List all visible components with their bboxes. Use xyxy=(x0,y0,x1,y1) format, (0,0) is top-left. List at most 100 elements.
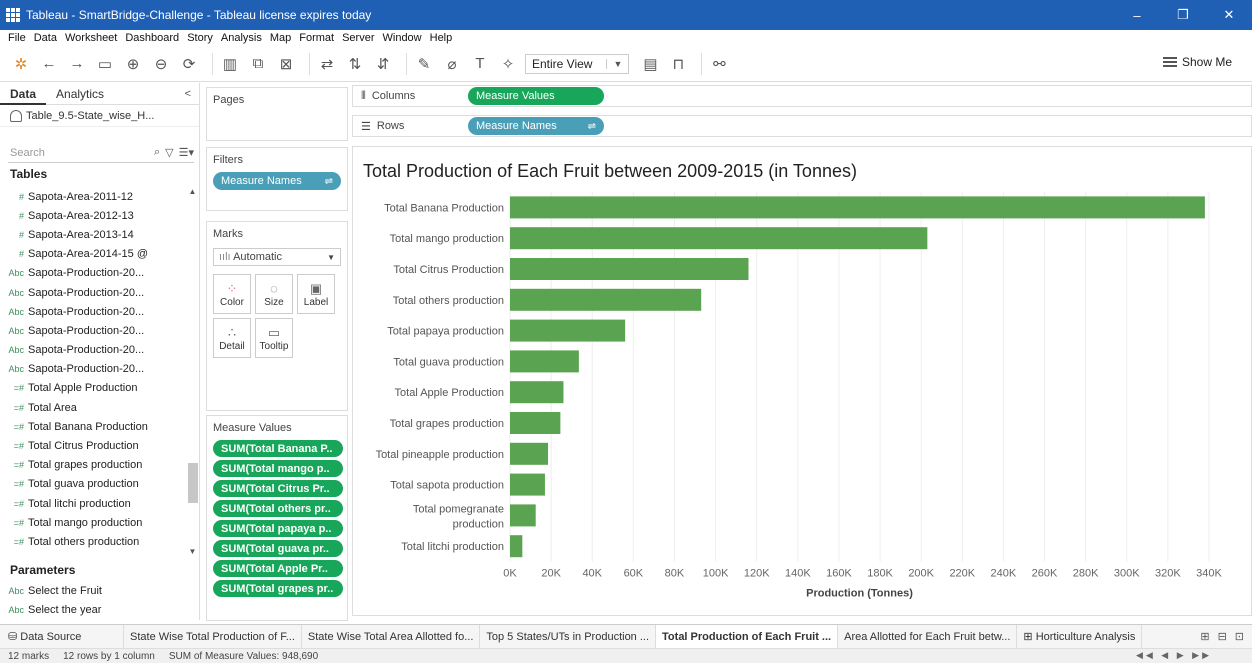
menu-data[interactable]: Data xyxy=(30,32,61,44)
highlight-icon[interactable]: ✎ xyxy=(413,53,435,75)
new-data-source-icon[interactable]: ⊕ xyxy=(122,53,144,75)
bar[interactable] xyxy=(510,288,702,311)
restore-button[interactable]: ❐ xyxy=(1160,0,1206,30)
field-item[interactable]: =# Total Citrus Production xyxy=(0,436,198,455)
bar[interactable] xyxy=(510,227,928,250)
collapse-pane-icon[interactable]: < xyxy=(185,88,191,100)
new-worksheet-icon[interactable]: ⊞ xyxy=(1200,630,1209,643)
bar[interactable] xyxy=(510,473,545,496)
save-icon[interactable]: ▭ xyxy=(94,53,116,75)
filter-pill-measure-names[interactable]: Measure Names ⇌ xyxy=(213,172,341,190)
group-members-icon[interactable]: ⌀ xyxy=(441,53,463,75)
columns-pill-measure-values[interactable]: Measure Values xyxy=(468,87,604,105)
field-item[interactable]: =# Total guava production xyxy=(0,475,198,494)
new-worksheet-icon[interactable]: ▥ xyxy=(219,53,241,75)
clear-sheet-icon[interactable]: ⊠ xyxy=(275,53,297,75)
bar[interactable] xyxy=(510,535,523,558)
measure-value-pill[interactable]: SUM(Total grapes pr.. xyxy=(213,580,343,597)
field-item[interactable]: # Sapota-Area-2011-12 xyxy=(0,187,198,206)
tableau-home-icon[interactable]: ✲ xyxy=(10,53,32,75)
size-button[interactable]: ◌ Size xyxy=(255,274,293,314)
show-cards-icon[interactable]: ▤ xyxy=(639,53,661,75)
new-story-icon[interactable]: ⊡ xyxy=(1235,630,1244,643)
field-item[interactable]: # Sapota-Area-2012-13 xyxy=(0,206,198,225)
bar[interactable] xyxy=(510,381,564,404)
parameter-item[interactable]: Abc Select the Fruit xyxy=(0,581,198,600)
sheet-navigation-icon[interactable]: ◀◀ ◀ ▶ ▶▶ xyxy=(1136,650,1212,661)
redo-icon[interactable]: → xyxy=(66,53,88,75)
tooltip-button[interactable]: ▭ Tooltip xyxy=(255,318,293,358)
menu-format[interactable]: Format xyxy=(295,32,338,44)
field-item[interactable]: =# Total others production xyxy=(0,532,198,551)
show-mark-labels-icon[interactable]: T xyxy=(469,53,491,75)
bar[interactable] xyxy=(510,258,749,280)
label-button[interactable]: ▣ Label xyxy=(297,274,335,314)
bar[interactable] xyxy=(510,319,626,342)
sort-ascending-icon[interactable]: ⇅ xyxy=(344,53,366,75)
sheet-tab[interactable]: Area Allotted for Each Fruit betw... xyxy=(838,624,1018,649)
fix-axes-icon[interactable]: ✧ xyxy=(497,53,519,75)
menu-story[interactable]: Story xyxy=(183,32,217,44)
field-item[interactable]: Abc Sapota-Production-20... xyxy=(0,321,198,340)
bar[interactable] xyxy=(510,412,561,434)
field-item[interactable]: =# Total Banana Production xyxy=(0,417,198,436)
measure-value-pill[interactable]: SUM(Total papaya p.. xyxy=(213,520,343,537)
menu-file[interactable]: File xyxy=(0,32,30,44)
fit-view-select[interactable]: Entire View ▼ xyxy=(525,53,630,74)
new-dashboard-icon[interactable]: ⊟ xyxy=(1218,630,1227,643)
sheet-tab[interactable]: State Wise Total Area Allotted fo... xyxy=(302,624,481,649)
detail-button[interactable]: ∴ Detail xyxy=(213,318,251,358)
field-item[interactable]: Abc Sapota-Production-20... xyxy=(0,302,198,321)
bar[interactable] xyxy=(510,350,579,373)
minimize-button[interactable]: – xyxy=(1114,0,1160,30)
scrollbar-thumb[interactable] xyxy=(188,463,198,503)
menu-help[interactable]: Help xyxy=(426,32,457,44)
sheet-tab[interactable]: State Wise Total Production of F... xyxy=(124,624,302,649)
field-item[interactable]: Abc Sapota-Production-20... xyxy=(0,341,198,360)
mark-type-select[interactable]: ıılı Automatic ▼ xyxy=(213,248,341,266)
refresh-icon[interactable]: ⟳ xyxy=(178,53,200,75)
measure-value-pill[interactable]: SUM(Total Citrus Pr.. xyxy=(213,480,343,497)
chart-viewport[interactable]: Total Production of Each Fruit between 2… xyxy=(352,146,1252,616)
pause-updates-icon[interactable]: ⊖ xyxy=(150,53,172,75)
menu-map[interactable]: Map xyxy=(266,32,295,44)
bar-chart[interactable]: Total Banana Production Total mango produ… xyxy=(353,147,1251,615)
show-me-button[interactable]: Show Me xyxy=(1162,55,1232,69)
tab-analytics[interactable]: Analytics xyxy=(46,83,114,105)
bar[interactable] xyxy=(510,196,1205,219)
rows-pill-measure-names[interactable]: Measure Names ⇌ xyxy=(468,117,604,135)
measure-value-pill[interactable]: SUM(Total others pr.. xyxy=(213,500,343,517)
menu-worksheet[interactable]: Worksheet xyxy=(61,32,121,44)
menu-analysis[interactable]: Analysis xyxy=(217,32,266,44)
undo-icon[interactable]: ← xyxy=(38,53,60,75)
field-item[interactable]: # Sapota-Area-2014-15 @ xyxy=(0,245,198,264)
field-item[interactable]: # Sapota-Area-2013-14 xyxy=(0,225,198,244)
measure-value-pill[interactable]: SUM(Total mango p.. xyxy=(213,460,343,477)
tab-data[interactable]: Data xyxy=(0,83,47,105)
color-button[interactable]: ⁘ Color xyxy=(213,274,251,314)
pages-card[interactable]: Pages xyxy=(206,87,348,141)
view-options-icon[interactable]: ☰▾ xyxy=(179,146,194,159)
swap-rows-columns-icon[interactable]: ⇄ xyxy=(316,53,338,75)
scroll-down-icon[interactable]: ▼ xyxy=(187,547,198,556)
parameter-item[interactable]: Abc Select the year xyxy=(0,600,198,619)
sheet-tab-active[interactable]: Total Production of Each Fruit ... xyxy=(656,624,839,649)
dashboard-tab[interactable]: ⊞ Horticulture Analysis xyxy=(1017,624,1143,649)
bar[interactable] xyxy=(510,504,536,527)
filter-icon[interactable]: ▽ xyxy=(165,146,173,159)
field-item[interactable]: Abc Sapota-Production-20... xyxy=(0,283,198,302)
measure-value-pill[interactable]: SUM(Total guava pr.. xyxy=(213,540,343,557)
menu-server[interactable]: Server xyxy=(338,32,378,44)
data-source-tab[interactable]: ⛁ Data Source xyxy=(0,624,124,649)
field-item[interactable]: Abc Sapota-Production-20... xyxy=(0,264,198,283)
bar[interactable] xyxy=(510,442,549,465)
field-item[interactable]: =# Total grapes production xyxy=(0,456,198,475)
columns-shelf[interactable]: ⦀ Columns Measure Values xyxy=(352,85,1252,107)
field-search-input[interactable]: Search ⌕ ▽ ☰▾ xyxy=(8,143,194,163)
search-icon[interactable]: ⌕ xyxy=(154,146,160,159)
field-item[interactable]: =# Total Area xyxy=(0,398,198,417)
menu-dashboard[interactable]: Dashboard xyxy=(121,32,183,44)
presentation-mode-icon[interactable]: ⊓ xyxy=(667,53,689,75)
sheet-tab[interactable]: Top 5 States/UTs in Production ... xyxy=(480,624,657,649)
close-button[interactable]: ✕ xyxy=(1206,0,1252,30)
